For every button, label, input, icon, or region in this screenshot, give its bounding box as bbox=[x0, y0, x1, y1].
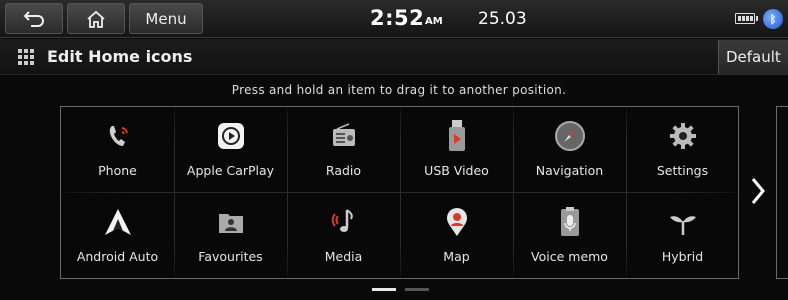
carplay-icon bbox=[214, 119, 248, 153]
android-auto-icon bbox=[101, 205, 135, 239]
app-tile-radio[interactable]: Radio bbox=[287, 107, 400, 193]
radio-icon bbox=[327, 119, 361, 153]
next-page-arrow-icon[interactable] bbox=[748, 176, 768, 206]
battery-icon bbox=[735, 13, 758, 24]
app-label: Settings bbox=[656, 163, 709, 178]
status-bar: Menu 2:52 AM 25.03 ᛒ bbox=[0, 0, 788, 38]
app-tile-navigation[interactable]: Navigation bbox=[513, 107, 626, 193]
favourites-icon bbox=[214, 205, 248, 239]
navigation-icon bbox=[553, 119, 587, 153]
app-label: Hybrid bbox=[661, 249, 704, 264]
menu-button[interactable]: Menu bbox=[129, 3, 203, 34]
settings-icon bbox=[666, 119, 700, 153]
app-label: Navigation bbox=[535, 163, 604, 178]
grid-icon bbox=[18, 49, 34, 65]
page-dot bbox=[405, 288, 429, 291]
app-tile-favourites[interactable]: Favourites bbox=[174, 193, 287, 279]
app-tile-media[interactable]: Media bbox=[287, 193, 400, 279]
date-display: 25.03 bbox=[478, 9, 527, 29]
clock-ampm: AM bbox=[425, 16, 443, 27]
app-tile-usb-video[interactable]: USB Video bbox=[400, 107, 513, 193]
app-label: USB Video bbox=[424, 163, 489, 178]
usb-video-icon bbox=[440, 119, 474, 153]
app-tile-map[interactable]: Map bbox=[400, 193, 513, 279]
home-icon bbox=[87, 10, 105, 28]
app-tile-android-auto[interactable]: Android Auto bbox=[61, 193, 174, 279]
app-tile-phone[interactable]: Phone bbox=[61, 107, 174, 193]
app-label: Voice memo bbox=[531, 249, 608, 264]
app-grid: Phone Apple CarPlay Radio USB Video Navi… bbox=[60, 106, 739, 279]
default-button[interactable]: Default bbox=[718, 40, 788, 74]
instruction-text: Press and hold an item to drag it to ano… bbox=[231, 83, 567, 97]
app-tile-voice-memo[interactable]: Voice memo bbox=[513, 193, 626, 279]
app-tile-hybrid[interactable]: Hybrid bbox=[626, 193, 739, 279]
bluetooth-icon: ᛒ bbox=[763, 9, 783, 29]
app-label: Media bbox=[324, 249, 363, 264]
app-label: Apple CarPlay bbox=[186, 163, 275, 178]
title-bar: Edit Home icons bbox=[0, 39, 788, 75]
media-icon bbox=[327, 205, 361, 239]
app-label: Phone bbox=[98, 163, 137, 178]
phone-icon bbox=[101, 119, 135, 153]
hybrid-icon bbox=[666, 205, 700, 239]
back-arrow-icon bbox=[23, 10, 44, 27]
app-tile-apple-carplay[interactable]: Apple CarPlay bbox=[174, 107, 287, 193]
app-label: Favourites bbox=[198, 249, 263, 264]
page-dot-active bbox=[372, 288, 396, 291]
next-page-preview[interactable] bbox=[776, 106, 788, 279]
back-button[interactable] bbox=[5, 3, 63, 34]
clock-time: 2:52 bbox=[370, 6, 425, 30]
home-button[interactable] bbox=[67, 3, 125, 34]
map-icon bbox=[440, 205, 474, 239]
app-tile-settings[interactable]: Settings bbox=[626, 107, 739, 193]
app-label: Android Auto bbox=[76, 249, 159, 264]
voice-memo-icon bbox=[553, 205, 587, 239]
page-title: Edit Home icons bbox=[47, 47, 193, 66]
app-label: Radio bbox=[325, 163, 362, 178]
app-label: Map bbox=[443, 249, 470, 264]
